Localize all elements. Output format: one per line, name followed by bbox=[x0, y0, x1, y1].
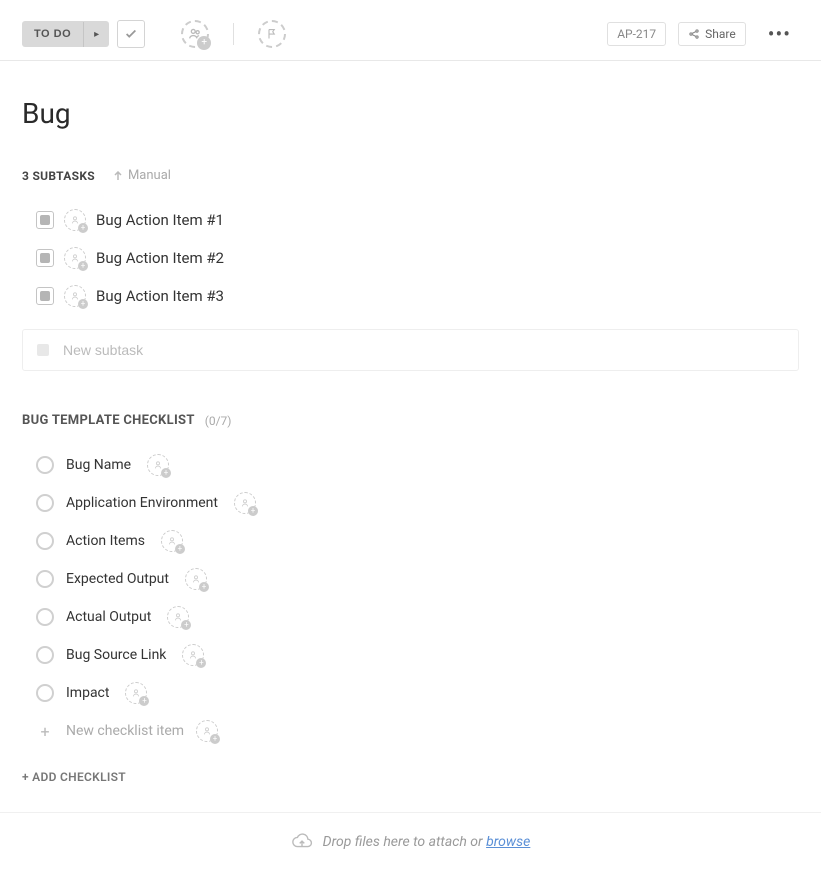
check-icon bbox=[124, 27, 138, 41]
checkbox-inner-icon bbox=[40, 291, 50, 301]
priority-button[interactable] bbox=[258, 20, 286, 48]
browse-link[interactable]: browse bbox=[486, 834, 530, 850]
checklist-item-label: Application Environment bbox=[66, 495, 218, 511]
checklist-checkbox[interactable] bbox=[36, 570, 54, 588]
checklist-header: BUG TEMPLATE CHECKLIST (0/7) bbox=[22, 413, 799, 428]
assignee-add-small[interactable]: + bbox=[125, 682, 147, 704]
subtask-checkbox[interactable] bbox=[36, 287, 54, 305]
checklist-item-label: Impact bbox=[66, 685, 109, 701]
status-label: TO DO bbox=[22, 21, 83, 47]
new-checklist-item-row[interactable]: + New checklist item + bbox=[22, 712, 799, 750]
subtask-label: Bug Action Item #3 bbox=[96, 287, 224, 305]
cloud-upload-icon bbox=[291, 831, 313, 853]
assignee-add-small[interactable]: + bbox=[64, 209, 86, 231]
assignee-add-button[interactable]: + bbox=[181, 20, 209, 48]
checkbox-placeholder-icon bbox=[37, 344, 49, 356]
assignee-add-small[interactable]: + bbox=[64, 247, 86, 269]
toolbar: TO DO ▸ + AP-217 Share ••• bbox=[0, 0, 821, 61]
add-checklist-button[interactable]: + ADD CHECKLIST bbox=[22, 750, 799, 792]
checklist-title: BUG TEMPLATE CHECKLIST bbox=[22, 413, 195, 428]
share-button[interactable]: Share bbox=[678, 22, 746, 46]
share-label: Share bbox=[705, 27, 736, 41]
attachment-dropzone[interactable]: Drop files here to attach or browse bbox=[0, 812, 821, 871]
more-menu-button[interactable]: ••• bbox=[760, 22, 799, 46]
checklist-list: Bug Name+Application Environment+Action … bbox=[22, 446, 799, 712]
checklist-checkbox[interactable] bbox=[36, 646, 54, 664]
subtask-checkbox[interactable] bbox=[36, 211, 54, 229]
plus-badge-icon: + bbox=[139, 696, 149, 706]
checklist-row[interactable]: Bug Name + bbox=[22, 446, 799, 484]
assignee-add-small[interactable]: + bbox=[167, 606, 189, 628]
subtask-label: Bug Action Item #2 bbox=[96, 249, 224, 267]
status-caret-icon: ▸ bbox=[83, 22, 109, 47]
subtask-row[interactable]: + Bug Action Item #1 bbox=[22, 201, 799, 239]
subtasks-header: 3 SUBTASKS Manual bbox=[22, 168, 799, 183]
checklist-row[interactable]: Bug Source Link + bbox=[22, 636, 799, 674]
subtasks-sort-button[interactable]: Manual bbox=[113, 168, 171, 183]
checklist-item-label: Bug Name bbox=[66, 457, 131, 473]
divider bbox=[233, 23, 234, 45]
assignee-add-small[interactable]: + bbox=[161, 530, 183, 552]
checklist-progress: (0/7) bbox=[205, 414, 232, 428]
new-subtask-input[interactable] bbox=[63, 342, 784, 358]
new-subtask-box[interactable] bbox=[22, 329, 799, 371]
subtasks-list: + Bug Action Item #1 + Bug Action Item #2 + B… bbox=[22, 201, 799, 315]
subtasks-count: 3 SUBTASKS bbox=[22, 169, 95, 183]
checklist-checkbox[interactable] bbox=[36, 532, 54, 550]
new-checklist-item-label: New checklist item bbox=[66, 723, 184, 739]
plus-badge-icon: + bbox=[197, 36, 211, 50]
subtask-checkbox[interactable] bbox=[36, 249, 54, 267]
assignee-add-small[interactable]: + bbox=[185, 568, 207, 590]
subtask-row[interactable]: + Bug Action Item #2 bbox=[22, 239, 799, 277]
checklist-item-label: Bug Source Link bbox=[66, 647, 166, 663]
assignee-add-small[interactable]: + bbox=[234, 492, 256, 514]
checklist-row[interactable]: Expected Output + bbox=[22, 560, 799, 598]
checklist-checkbox[interactable] bbox=[36, 494, 54, 512]
share-icon bbox=[688, 28, 700, 40]
plus-badge-icon: + bbox=[210, 734, 220, 744]
plus-badge-icon: + bbox=[175, 544, 185, 554]
status-button[interactable]: TO DO ▸ bbox=[22, 21, 109, 47]
checklist-item-label: Action Items bbox=[66, 533, 145, 549]
subtask-row[interactable]: + Bug Action Item #3 bbox=[22, 277, 799, 315]
flag-icon bbox=[266, 28, 278, 40]
checkbox-inner-icon bbox=[40, 253, 50, 263]
plus-badge-icon: + bbox=[161, 468, 171, 478]
content: Bug 3 SUBTASKS Manual + Bug Action Item #… bbox=[0, 61, 821, 792]
checklist-row[interactable]: Impact + bbox=[22, 674, 799, 712]
page-title[interactable]: Bug bbox=[22, 97, 799, 130]
assignee-add-small[interactable]: + bbox=[64, 285, 86, 307]
dots-icon: ••• bbox=[768, 22, 791, 46]
assignee-add-small[interactable]: + bbox=[196, 720, 218, 742]
checklist-row[interactable]: Actual Output + bbox=[22, 598, 799, 636]
checklist-checkbox[interactable] bbox=[36, 684, 54, 702]
plus-badge-icon: + bbox=[181, 620, 191, 630]
subtasks-sort-label: Manual bbox=[128, 168, 171, 183]
complete-button[interactable] bbox=[117, 20, 145, 48]
checklist-item-label: Expected Output bbox=[66, 571, 169, 587]
plus-badge-icon: + bbox=[196, 658, 206, 668]
checklist-checkbox[interactable] bbox=[36, 608, 54, 626]
plus-badge-icon: + bbox=[199, 582, 209, 592]
checklist-row[interactable]: Application Environment + bbox=[22, 484, 799, 522]
plus-badge-icon: + bbox=[78, 223, 88, 233]
checklist-item-label: Actual Output bbox=[66, 609, 151, 625]
assignee-add-small[interactable]: + bbox=[147, 454, 169, 476]
plus-badge-icon: + bbox=[248, 506, 258, 516]
subtask-label: Bug Action Item #1 bbox=[96, 211, 224, 229]
attachment-text: Drop files here to attach or browse bbox=[323, 834, 531, 850]
plus-icon: + bbox=[36, 722, 54, 740]
plus-badge-icon: + bbox=[78, 299, 88, 309]
ticket-id-pill[interactable]: AP-217 bbox=[607, 22, 666, 46]
assignee-add-small[interactable]: + bbox=[182, 644, 204, 666]
checkbox-inner-icon bbox=[40, 215, 50, 225]
arrow-up-icon bbox=[113, 171, 123, 181]
checklist-row[interactable]: Action Items + bbox=[22, 522, 799, 560]
plus-badge-icon: + bbox=[78, 261, 88, 271]
checklist-checkbox[interactable] bbox=[36, 456, 54, 474]
